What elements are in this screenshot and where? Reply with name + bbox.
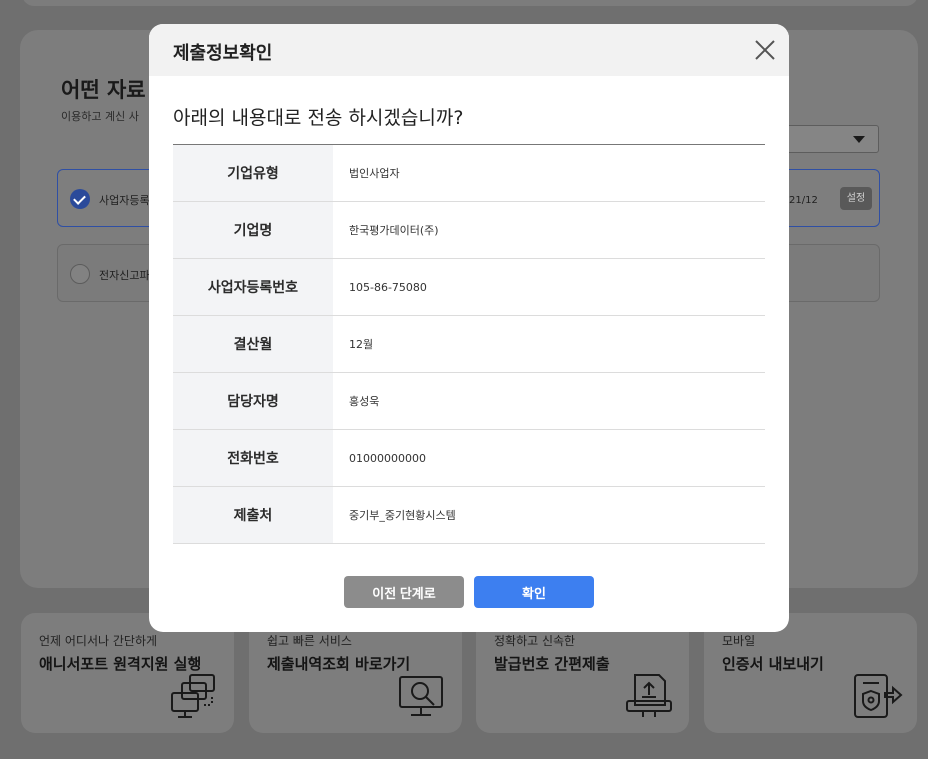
table-row: 기업유형 법인사업자 xyxy=(173,145,765,202)
dialog-title: 제출정보확인 xyxy=(173,43,273,64)
row-value: 법인사업자 xyxy=(349,167,400,180)
dialog-header: 제출정보확인 xyxy=(149,24,789,76)
background-heading: 어떤 자료 xyxy=(61,78,146,102)
table-row: 결산월 12월 xyxy=(173,316,765,373)
submission-confirm-dialog: 제출정보확인 아래의 내용대로 전송 하시겠습니까? 기업유형 법인사업자 기업… xyxy=(149,24,789,632)
card-title: 제출내역조회 바로가기 xyxy=(267,655,411,673)
card-subtitle: 언제 어디서나 간단하게 xyxy=(39,634,158,648)
row-value: 105-86-75080 xyxy=(349,280,427,294)
card-subtitle: 모바일 xyxy=(722,634,756,648)
row-key: 기업명 xyxy=(173,202,333,258)
table-row: 제출처 중기부_중기현황시스템 xyxy=(173,487,765,544)
dialog-question: 아래의 내용대로 전송 하시겠습니까? xyxy=(173,107,464,129)
card-subtitle: 정확하고 신속한 xyxy=(494,634,576,648)
upload-document-icon xyxy=(626,674,672,717)
remote-support-icon xyxy=(171,674,215,718)
previous-step-button[interactable]: 이전 단계로 xyxy=(344,576,464,608)
search-monitor-icon xyxy=(399,676,443,716)
table-row: 담당자명 홍성욱 xyxy=(173,373,765,430)
card-title: 발급번호 간편제출 xyxy=(494,655,610,673)
background-subtext: 이용하고 계신 사 xyxy=(61,110,139,123)
row-key: 결산월 xyxy=(173,316,333,372)
card-title: 인증서 내보내기 xyxy=(722,655,824,673)
background-option-label: 전자신고파 xyxy=(99,269,150,282)
row-value: 홍성욱 xyxy=(349,395,380,408)
row-key: 사업자등록번호 xyxy=(173,259,333,315)
table-row: 전화번호 01000000000 xyxy=(173,430,765,487)
background-option-date: 21/12 xyxy=(789,195,818,206)
table-row: 사업자등록번호 105-86-75080 xyxy=(173,259,765,316)
background-option-label: 사업자등록 xyxy=(99,194,150,207)
certificate-export-icon xyxy=(854,674,903,718)
row-key: 기업유형 xyxy=(173,145,333,201)
row-key: 담당자명 xyxy=(173,373,333,429)
row-value: 한국평가데이터(주) xyxy=(349,224,439,237)
row-value: 12월 xyxy=(349,338,374,351)
caret-down-icon xyxy=(853,136,865,143)
background-settings-button: 설정 xyxy=(840,187,872,210)
background-top-bar xyxy=(22,0,918,6)
row-key: 제출처 xyxy=(173,487,333,543)
row-value: 01000000000 xyxy=(349,451,426,465)
confirm-button[interactable]: 확인 xyxy=(474,576,594,608)
radio-circle-icon xyxy=(70,264,90,284)
submission-info-table: 기업유형 법인사업자 기업명 한국평가데이터(주) 사업자등록번호 105-86… xyxy=(173,144,765,544)
close-icon[interactable] xyxy=(753,38,777,62)
card-subtitle: 쉽고 빠른 서비스 xyxy=(267,634,352,648)
row-key: 전화번호 xyxy=(173,430,333,486)
check-circle-icon xyxy=(70,189,90,209)
table-row: 기업명 한국평가데이터(주) xyxy=(173,202,765,259)
row-value: 중기부_중기현황시스템 xyxy=(349,509,456,522)
